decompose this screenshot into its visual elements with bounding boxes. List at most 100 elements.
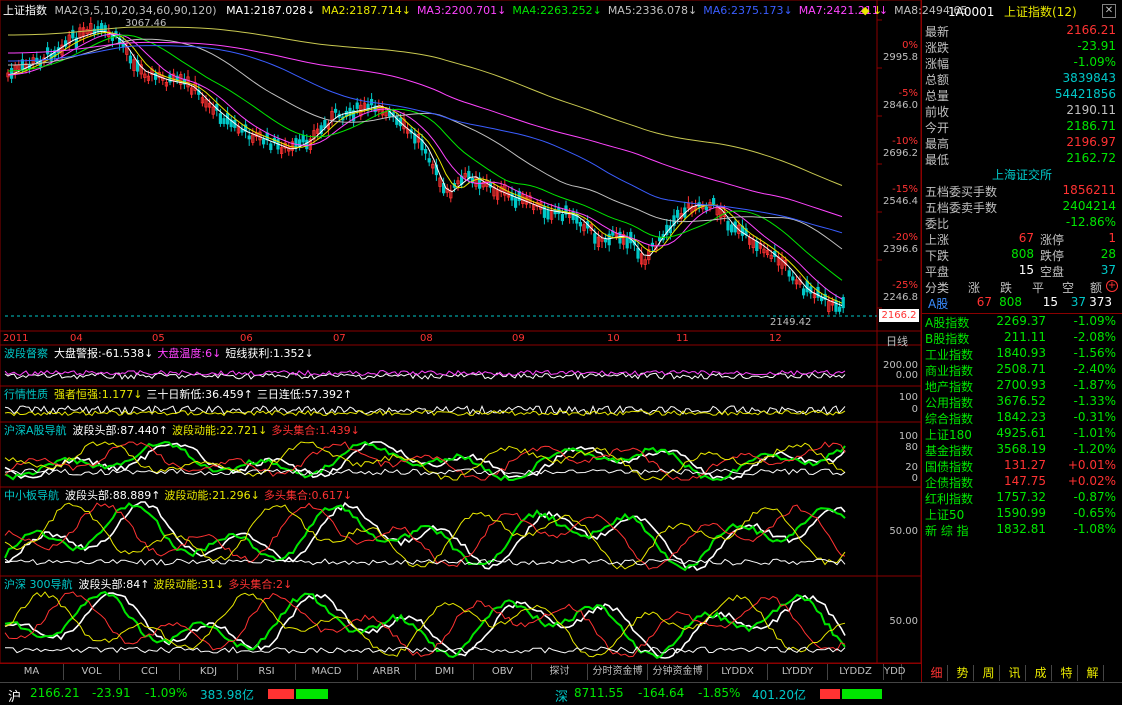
index-row[interactable]: 地产指数 2700.93 -1.87%	[922, 378, 1120, 394]
sz-label: 深	[555, 690, 569, 705]
sz-amount: 401.20亿	[752, 688, 806, 702]
breadth-row-0: 上涨 67 涨停 1	[922, 231, 1120, 247]
period-label[interactable]: 日线	[886, 333, 908, 349]
quote-label: 总额	[925, 73, 950, 87]
indicator-tab-lyddx[interactable]: LYDDX	[708, 664, 768, 680]
side-tab-5[interactable]: 特	[1056, 665, 1078, 681]
candle	[423, 149, 428, 154]
breadth-label-2: 跌停	[1040, 249, 1065, 263]
indicator-tab-分钟资金博[interactable]: 分钟资金博	[648, 664, 708, 680]
index-row[interactable]: 企债指数 147.75 +0.02%	[922, 474, 1120, 490]
indicator-tab-lyddy[interactable]: LYDDY	[768, 664, 828, 680]
side-tab-0[interactable]: 细	[926, 665, 948, 681]
candle	[514, 197, 518, 208]
candle	[604, 238, 608, 243]
ma-params: MA2(3,5,10,20,34,60,90,120)	[54, 4, 217, 17]
indicator-tab-vol[interactable]: VOL	[64, 664, 120, 680]
candle	[578, 222, 583, 227]
side-tab-4[interactable]: 成	[1030, 665, 1052, 681]
breadth-value-2: 1	[1108, 231, 1116, 245]
quote-label: 总量	[925, 89, 950, 103]
index-row[interactable]: 综合指数 1842.23 -0.31%	[922, 410, 1120, 426]
index-name: 上证180	[925, 428, 972, 442]
ma-arrow-3: ↓	[497, 4, 507, 17]
side-tab-3[interactable]: 讯	[1004, 665, 1026, 681]
index-row[interactable]: 上证50 1590.99 -0.65%	[922, 506, 1120, 522]
quote-row-7: 最高 2196.97	[922, 135, 1120, 151]
index-row[interactable]: 基金指数 3568.19 -1.20%	[922, 442, 1120, 458]
ma-value-4: MA4:2263.252	[512, 4, 593, 17]
index-price: 1842.23	[996, 410, 1046, 424]
candle	[333, 108, 338, 113]
indicator-tab-ydd[interactable]: YDD	[884, 664, 906, 680]
index-row[interactable]: 工业指数 1840.93 -1.56%	[922, 346, 1120, 362]
chart-area[interactable]	[0, 0, 922, 664]
month-label-10: 10	[607, 333, 620, 344]
side-tab-6[interactable]: 解	[1082, 665, 1104, 681]
indicator-tab-obv[interactable]: OBV	[474, 664, 532, 680]
period-arrows[interactable]: ◆ ↓	[861, 3, 901, 19]
index-name: 企债指数	[925, 476, 974, 490]
index-name: 新 综 指	[925, 524, 969, 538]
side-tab-1[interactable]: 势	[952, 665, 974, 681]
indicator-tab-lyddz[interactable]: LYDDZ	[828, 664, 884, 680]
index-row[interactable]: 新 综 指 1832.81 -1.08%	[922, 522, 1120, 538]
index-row[interactable]: B股指数 211.11 -2.08%	[922, 330, 1120, 346]
ma8-line	[8, 26, 843, 186]
sh-label: 沪	[8, 690, 22, 705]
indicator-tab-arbr[interactable]: ARBR	[358, 664, 416, 680]
order-label: 委比	[925, 217, 950, 231]
sz-pct: -1.85%	[698, 686, 741, 700]
quote-value: 2196.97	[1066, 135, 1116, 149]
candle	[546, 209, 550, 220]
index-row[interactable]: 国债指数 131.27 +0.01%	[922, 458, 1120, 474]
index-row[interactable]: 商业指数 2508.71 -2.40%	[922, 362, 1120, 378]
ma-value-2: MA2:2187.714	[321, 4, 402, 17]
quote-label: 最新	[925, 25, 950, 39]
quote-label: 涨跌	[925, 41, 950, 55]
indicator-tab-macd[interactable]: MACD	[296, 664, 358, 680]
index-row[interactable]: 红利指数 1757.32 -0.87%	[922, 490, 1120, 506]
quote-row-0: 最新 2166.21	[922, 23, 1120, 39]
index-change: +0.01%	[1067, 458, 1116, 472]
candle	[222, 118, 226, 124]
close-icon[interactable]: ✕	[1102, 4, 1116, 18]
index-price: 2508.71	[996, 362, 1046, 376]
index-row[interactable]: A股指数 2269.37 -1.09%	[922, 314, 1120, 330]
panel-item-arrow-2: ↓	[283, 578, 293, 591]
quote-value: 2166.21	[1066, 23, 1116, 37]
index-change: -1.20%	[1073, 442, 1116, 456]
side-tab-2[interactable]: 周	[978, 665, 1000, 681]
panel-item-0: 波段头部:88.889	[65, 489, 152, 502]
index-row[interactable]: 上证180 4925.61 -1.01%	[922, 426, 1120, 442]
indicator-tab-ma[interactable]: MA	[0, 664, 64, 680]
indicator-tab-rsi[interactable]: RSI	[238, 664, 296, 680]
indicator-tab-cci[interactable]: CCI	[120, 664, 180, 680]
index-row[interactable]: 公用指数 3676.52 -1.33%	[922, 394, 1120, 410]
ma-values: MA1:2187.028↓ MA2:2187.714↓ MA3:2200.701↓ M…	[220, 4, 967, 17]
ma-value-6: MA6:2375.173	[703, 4, 784, 17]
index-name: 红利指数	[925, 492, 974, 506]
index-name: 国债指数	[925, 460, 974, 474]
sz-bar-icon	[820, 689, 882, 699]
index-change: -2.40%	[1073, 362, 1116, 376]
axis-val-5: 2246.8	[883, 292, 918, 303]
indicator-tab-dmi[interactable]: DMI	[416, 664, 474, 680]
index-price: 1840.93	[996, 346, 1046, 360]
candle	[834, 300, 838, 312]
panel-item-arrow-2: ↓	[350, 424, 360, 437]
panel-item-0: 强者恒强:1.177	[54, 388, 134, 401]
indicator-tab-探讨[interactable]: 探讨	[532, 664, 588, 680]
breadth-label-2: 涨停	[1040, 233, 1065, 247]
ma-value-1: MA1:2187.028	[226, 4, 307, 17]
candle	[676, 209, 680, 218]
expand-plus-icon[interactable]: +	[1106, 280, 1118, 292]
indicator-tab-分时资金博[interactable]: 分时资金博	[588, 664, 648, 680]
ma-header: 上证指数 MA2(3,5,10,20,34,60,90,120) MA1:218…	[3, 3, 967, 19]
indicator-tab-kdj[interactable]: KDJ	[180, 664, 238, 680]
panel-item-arrow-1: ↓	[212, 347, 222, 360]
class-row-a[interactable]: A股 67 808 15 37 373	[922, 295, 1120, 311]
sz-price: 8711.55	[574, 686, 624, 700]
candle	[802, 288, 806, 296]
wave-red-line-0	[4, 441, 846, 481]
